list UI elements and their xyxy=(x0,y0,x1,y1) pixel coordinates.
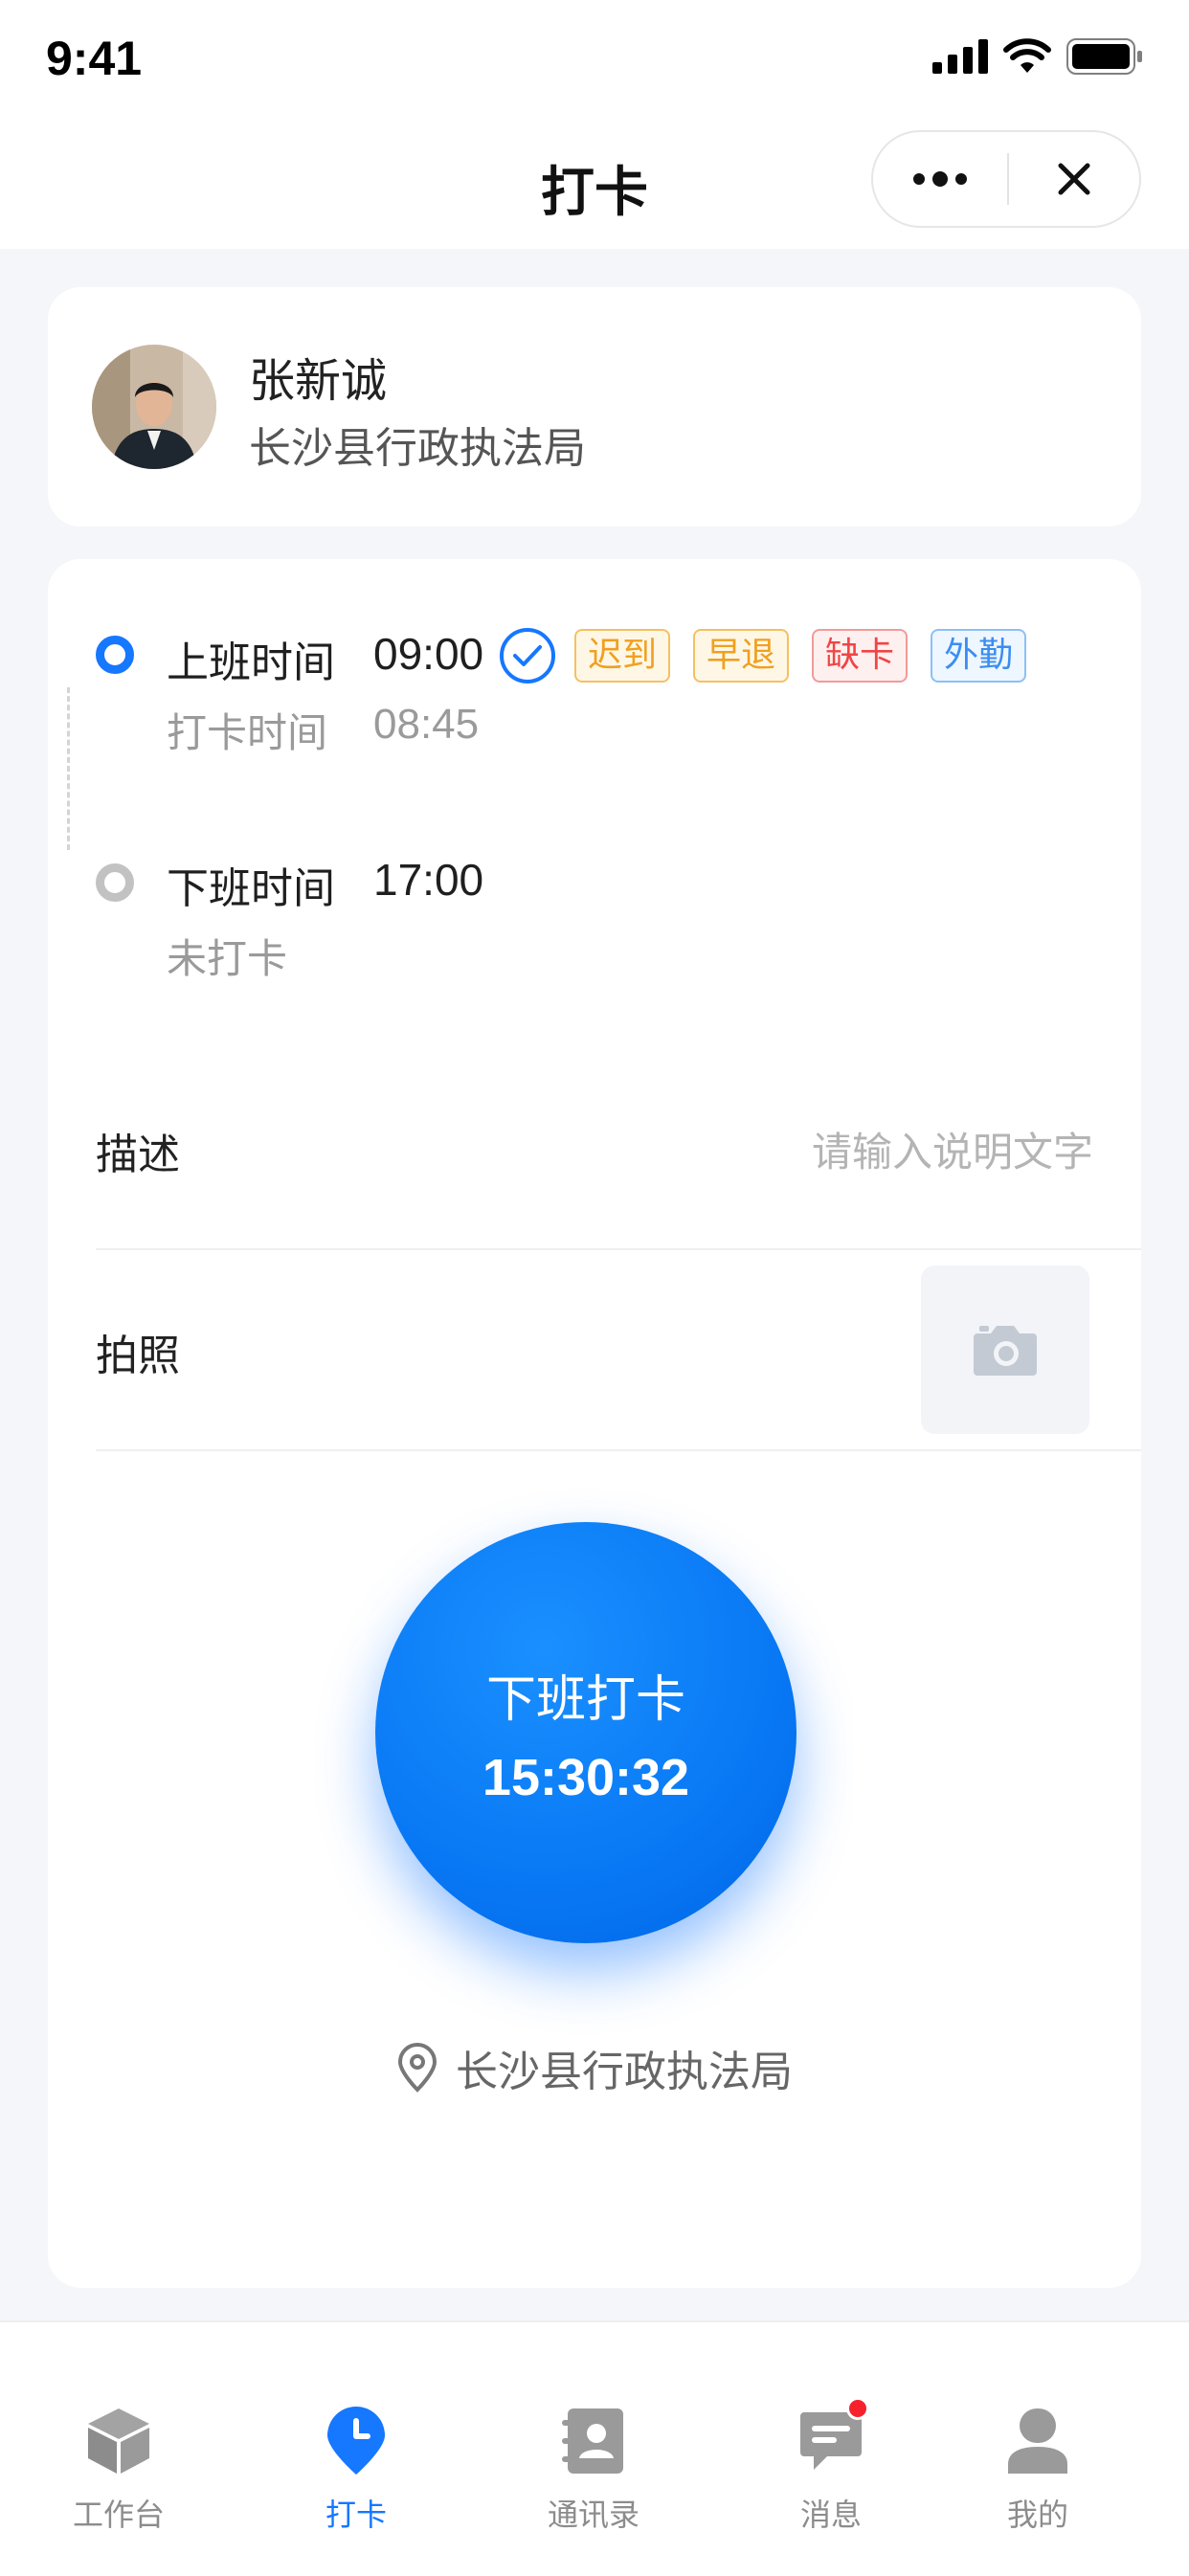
divider xyxy=(96,1248,1141,1250)
photo-upload-button[interactable] xyxy=(921,1266,1089,1434)
more-dot-icon xyxy=(932,171,948,187)
tab-workbench[interactable]: 工作台 xyxy=(23,2403,214,2535)
tag-field-work: 外勤 xyxy=(931,629,1027,683)
location-row: 长沙县行政执法局 xyxy=(0,2037,1189,2098)
unread-badge xyxy=(846,2397,869,2420)
more-dot-icon xyxy=(955,173,967,185)
tag-late: 迟到 xyxy=(574,629,671,683)
user-department: 长沙县行政执法局 xyxy=(249,424,586,473)
timeline-connector xyxy=(67,687,70,850)
location-text: 长沙县行政执法局 xyxy=(456,2048,793,2096)
close-icon xyxy=(1058,163,1090,195)
description-label: 描述 xyxy=(96,1131,180,1179)
nav-bar: 打卡 xyxy=(0,115,1189,249)
user-name: 张新诚 xyxy=(249,354,388,408)
user-card: 张新诚 长沙县行政执法局 xyxy=(48,287,1141,526)
on-duty-label: 上班时间 xyxy=(167,638,335,687)
signal-icon xyxy=(932,39,988,74)
tab-label: 通讯录 xyxy=(547,2497,639,2533)
tab-mine[interactable]: 我的 xyxy=(942,2403,1133,2535)
off-duty-time: 17:00 xyxy=(373,855,484,905)
contacts-icon xyxy=(555,2403,632,2479)
on-duty-time: 09:00 xyxy=(373,629,484,679)
message-icon xyxy=(793,2397,869,2479)
camera-icon xyxy=(974,1326,1037,1376)
location-pin-icon xyxy=(397,2043,437,2093)
tab-label: 打卡 xyxy=(325,2497,387,2533)
on-duty-timeline-dot xyxy=(96,636,134,674)
off-duty-label: 下班时间 xyxy=(167,864,335,913)
tab-bar: 工作台 打卡 通讯录 消息 我的 xyxy=(0,2320,1189,2576)
more-button[interactable] xyxy=(873,132,1007,226)
cube-icon xyxy=(80,2403,157,2479)
close-button[interactable] xyxy=(1009,132,1139,226)
description-input[interactable] xyxy=(670,1118,1093,1185)
battery-icon xyxy=(1066,38,1142,75)
off-duty-timeline-dot xyxy=(96,863,134,902)
off-duty-status: 未打卡 xyxy=(167,935,288,982)
clock-out-button[interactable]: 下班打卡 15:30:32 xyxy=(375,1522,796,1943)
tab-label: 工作台 xyxy=(72,2497,165,2533)
photo-label: 拍照 xyxy=(96,1332,180,1380)
divider xyxy=(96,1449,1141,1451)
wifi-icon xyxy=(1003,38,1051,73)
punch-time-value: 08:45 xyxy=(373,701,480,748)
status-bar: 9:41 xyxy=(0,0,1189,115)
more-dot-icon xyxy=(913,173,925,185)
tab-messages[interactable]: 消息 xyxy=(735,2397,927,2535)
current-time: 15:30:32 xyxy=(482,1748,690,1806)
check-icon xyxy=(500,628,555,683)
punch-time-label: 打卡时间 xyxy=(167,709,328,756)
user-icon xyxy=(999,2403,1076,2479)
tab-contacts[interactable]: 通讯录 xyxy=(498,2403,689,2535)
tab-label: 消息 xyxy=(799,2497,862,2533)
status-time: 9:41 xyxy=(46,32,143,85)
tab-label: 我的 xyxy=(1006,2497,1068,2533)
avatar xyxy=(92,345,216,469)
tag-missing: 缺卡 xyxy=(812,629,909,683)
tag-early-leave: 早退 xyxy=(693,629,790,683)
status-icons xyxy=(932,38,1143,75)
clock-out-label: 下班打卡 xyxy=(485,1670,685,1729)
tab-clock-in[interactable]: 打卡 xyxy=(260,2403,452,2535)
mini-program-capsule xyxy=(871,130,1141,228)
clock-pin-icon xyxy=(318,2403,394,2479)
